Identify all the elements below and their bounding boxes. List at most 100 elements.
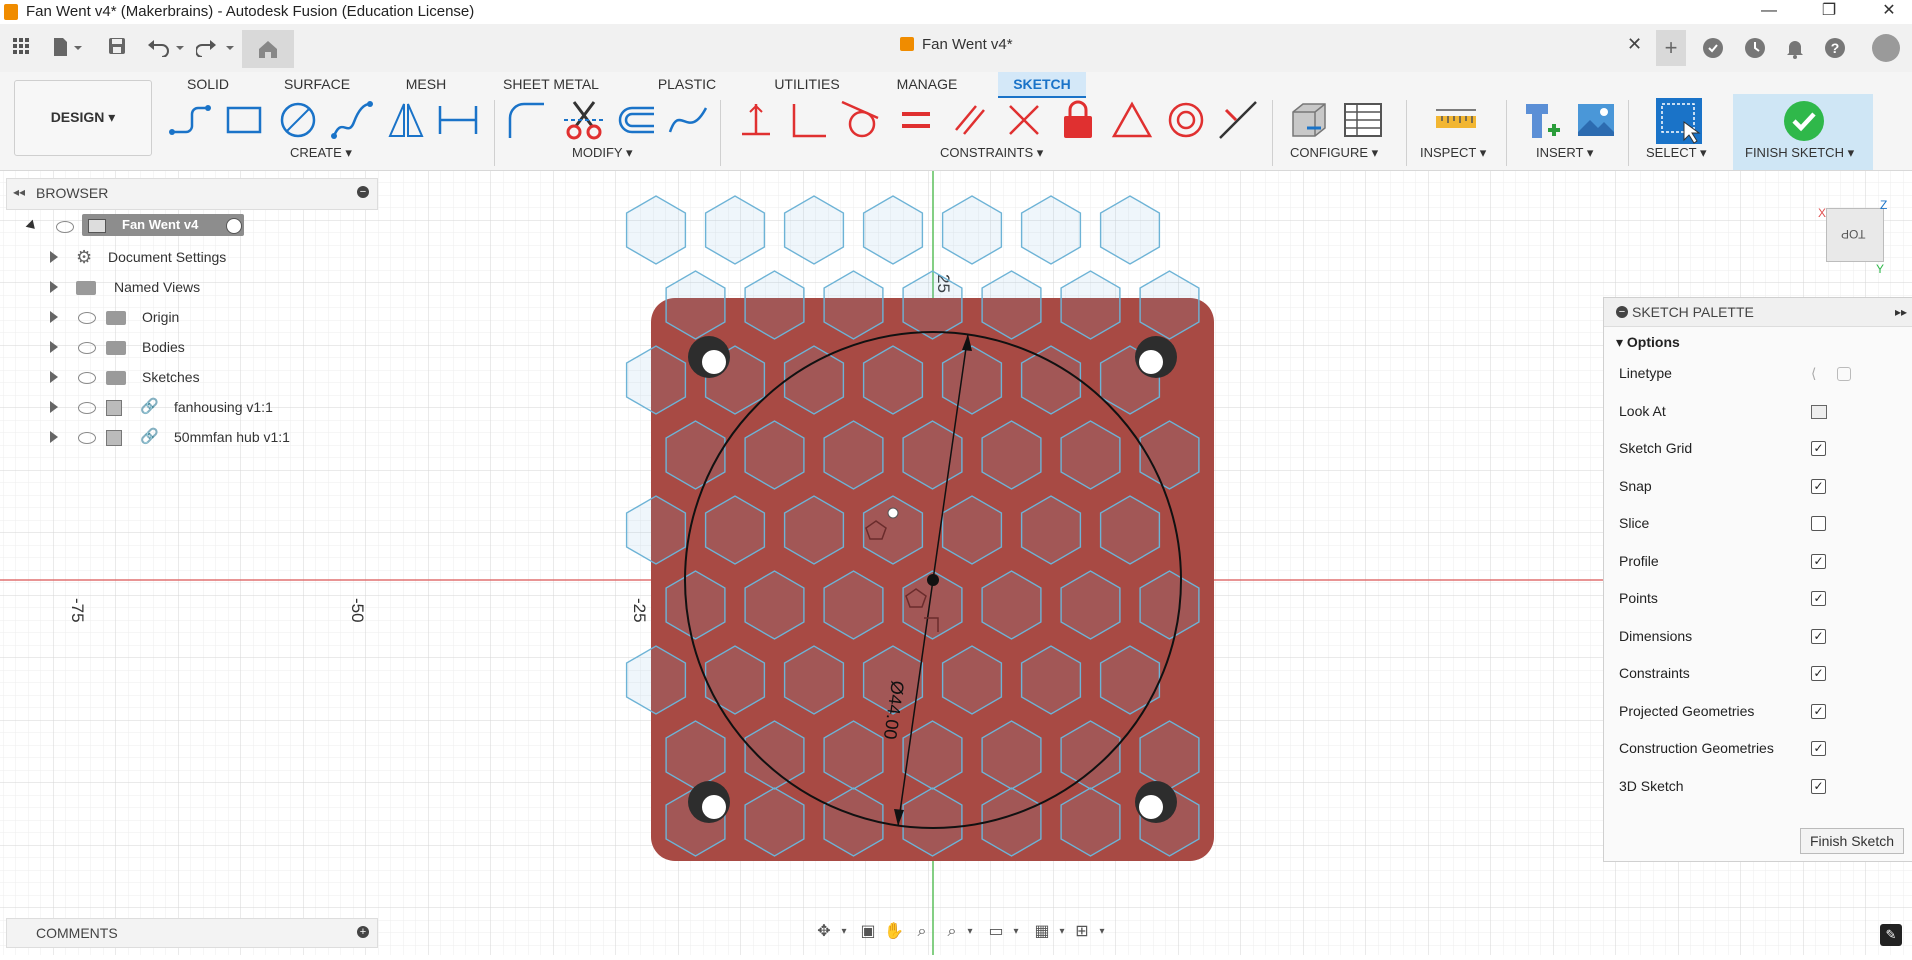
- home-button[interactable]: [242, 30, 294, 68]
- palette-option-row[interactable]: Look At: [1619, 398, 1899, 424]
- help-icon[interactable]: ?: [1822, 35, 1848, 61]
- spline-tool-icon[interactable]: [330, 98, 374, 142]
- visibility-eye-icon[interactable]: [78, 432, 96, 444]
- create-group-label[interactable]: CREATE ▾: [290, 145, 352, 161]
- orbit-icon[interactable]: ✥: [814, 922, 834, 942]
- expand-triangle-icon[interactable]: [50, 401, 58, 413]
- option-checkbox[interactable]: ✓: [1811, 628, 1826, 644]
- parallel-constraint-icon[interactable]: [948, 98, 992, 142]
- add-comment-icon[interactable]: +: [357, 926, 369, 938]
- palette-option-row[interactable]: Construction Geometries ✓: [1619, 735, 1899, 761]
- viewports-icon[interactable]: ⊞: [1072, 922, 1092, 942]
- finish-sketch-panel[interactable]: FINISH SKETCH ▾: [1733, 94, 1873, 170]
- symmetry-constraint-icon[interactable]: [1110, 98, 1154, 142]
- expand-triangle-icon[interactable]: [50, 371, 58, 383]
- offset-tool-icon[interactable]: [614, 98, 658, 142]
- dimension-tool-icon[interactable]: [436, 98, 480, 142]
- expanded-triangle-icon[interactable]: [25, 219, 39, 233]
- palette-option-row[interactable]: Slice: [1619, 510, 1899, 536]
- window-select-icon[interactable]: [1654, 96, 1704, 146]
- browser-item[interactable]: ⚙ Document Settings: [40, 244, 320, 270]
- collapse-panel-icon[interactable]: ◂◂: [13, 185, 25, 199]
- expand-triangle-icon[interactable]: [50, 281, 58, 293]
- trim-scissors-icon[interactable]: [562, 98, 606, 142]
- palette-option-row[interactable]: Points ✓: [1619, 585, 1899, 611]
- tab-mesh[interactable]: MESH: [398, 72, 454, 96]
- expand-triangle-icon[interactable]: [50, 431, 58, 443]
- option-checkbox[interactable]: ✓: [1811, 478, 1826, 494]
- options-section-toggle[interactable]: ▾ Options: [1616, 334, 1680, 351]
- browser-header[interactable]: ◂◂ BROWSER −: [6, 178, 378, 210]
- palette-option-row[interactable]: Projected Geometries ✓: [1619, 698, 1899, 724]
- visibility-eye-icon[interactable]: [78, 402, 96, 414]
- midpoint-constraint-icon[interactable]: [1002, 98, 1046, 142]
- new-tab-button[interactable]: +: [1656, 30, 1686, 66]
- tab-sketch[interactable]: SKETCH: [998, 72, 1086, 98]
- browser-item[interactable]: Bodies: [40, 334, 320, 360]
- palette-header[interactable]: − SKETCH PALETTE ▸▸: [1604, 298, 1912, 327]
- zoom-dropdown-icon[interactable]: ▾: [960, 922, 980, 942]
- viewports-dropdown-icon[interactable]: ▾: [1092, 922, 1112, 942]
- browser-item[interactable]: 🔗 fanhousing v1:1: [40, 394, 320, 420]
- expand-triangle-icon[interactable]: [50, 311, 58, 323]
- tab-utilities[interactable]: UTILITIES: [768, 72, 846, 96]
- option-checkbox[interactable]: ✓: [1811, 441, 1826, 456]
- line-tool-icon[interactable]: [168, 98, 212, 142]
- rectangle-tool-icon[interactable]: [222, 98, 266, 142]
- option-checkbox[interactable]: [1811, 516, 1826, 531]
- collinear-constraint-icon[interactable]: [1216, 98, 1260, 142]
- modify-group-label[interactable]: MODIFY ▾: [572, 145, 632, 161]
- text-commands-icon[interactable]: ✎: [1880, 924, 1902, 946]
- browser-root-item[interactable]: Fan Went v4: [24, 214, 244, 240]
- activate-radio-icon[interactable]: [226, 218, 242, 234]
- fix-constraint-icon[interactable]: [736, 98, 780, 142]
- tangent-constraint-icon[interactable]: [838, 98, 882, 142]
- visibility-eye-icon[interactable]: [78, 312, 96, 324]
- expand-palette-icon[interactable]: ▸▸: [1895, 298, 1907, 326]
- palette-option-row[interactable]: Snap ✓: [1619, 473, 1899, 499]
- concentric-constraint-icon[interactable]: [1164, 98, 1208, 142]
- look-at-icon[interactable]: ▣: [858, 922, 878, 942]
- tab-solid[interactable]: SOLID: [180, 72, 236, 96]
- workspace-switcher-button[interactable]: DESIGN ▾: [14, 80, 152, 156]
- zoom-window-icon[interactable]: ⌕: [942, 922, 962, 942]
- linetype-construction-icon[interactable]: ⟨: [1811, 360, 1816, 386]
- tab-sheet-metal[interactable]: SHEET METAL: [496, 72, 606, 96]
- measure-ruler-icon[interactable]: [1432, 98, 1480, 142]
- select-group-label[interactable]: SELECT ▾: [1646, 145, 1706, 161]
- palette-option-row[interactable]: Constraints ✓: [1619, 660, 1899, 686]
- comments-panel[interactable]: COMMENTS +: [6, 918, 378, 948]
- constraints-group-label[interactable]: CONSTRAINTS ▾: [940, 145, 1043, 161]
- orbit-dropdown-icon[interactable]: ▾: [834, 922, 854, 942]
- palette-option-row[interactable]: Linetype ⟨: [1619, 360, 1899, 386]
- expand-triangle-icon[interactable]: [50, 251, 58, 263]
- minimize-palette-icon[interactable]: −: [1616, 306, 1628, 318]
- browser-item[interactable]: Named Views: [40, 274, 320, 300]
- look-at-icon[interactable]: [1811, 404, 1827, 419]
- minimize-button[interactable]: —: [1746, 0, 1792, 24]
- tab-plastic[interactable]: PLASTIC: [648, 72, 726, 96]
- undo-icon[interactable]: [146, 37, 186, 59]
- sketch-point[interactable]: [887, 507, 899, 519]
- view-cube-face-label[interactable]: TOP: [1841, 227, 1865, 241]
- view-cube[interactable]: TOP: [1826, 208, 1884, 262]
- lock-constraint-icon[interactable]: [1056, 98, 1100, 142]
- option-checkbox[interactable]: ✓: [1811, 741, 1826, 756]
- circle-tool-icon[interactable]: [276, 98, 320, 142]
- insert-canvas-image-icon[interactable]: [1574, 98, 1618, 142]
- configure-group-label[interactable]: CONFIGURE ▾: [1290, 145, 1378, 161]
- option-checkbox[interactable]: ✓: [1811, 666, 1826, 681]
- save-icon[interactable]: [106, 37, 128, 59]
- perpendicular-constraint-icon[interactable]: [786, 98, 830, 142]
- finish-sketch-button[interactable]: Finish Sketch: [1800, 828, 1904, 854]
- palette-option-row[interactable]: Sketch Grid ✓: [1619, 435, 1899, 461]
- close-window-button[interactable]: ✕: [1866, 0, 1912, 24]
- file-menu-icon[interactable]: [50, 37, 84, 59]
- fillet-tool-icon[interactable]: [504, 98, 548, 142]
- tab-surface[interactable]: SURFACE: [278, 72, 356, 96]
- expand-triangle-icon[interactable]: [50, 341, 58, 353]
- visibility-eye-icon[interactable]: [56, 221, 74, 233]
- insert-group-label[interactable]: INSERT ▾: [1536, 145, 1593, 161]
- browser-item[interactable]: Sketches: [40, 364, 320, 390]
- close-document-tab-button[interactable]: ✕: [1627, 34, 1642, 55]
